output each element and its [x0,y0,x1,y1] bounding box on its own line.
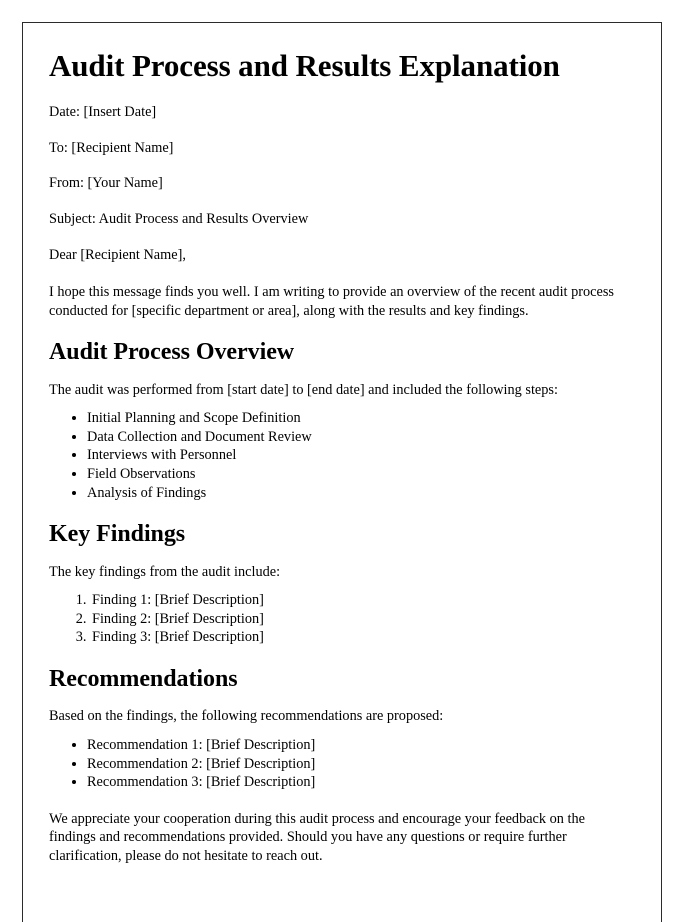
section-intro-key-findings: The key findings from the audit include: [49,563,281,580]
list-item: Recommendation 3: [Brief Description] [87,773,630,792]
page-title: Audit Process and Results Explanation [49,48,560,83]
list-item: Interviews with Personnel [87,446,630,465]
section-heading-key-findings: Key Findings [49,521,186,548]
salutation: Dear [Recipient Name], [49,247,186,264]
meta-line-to: To: [Recipient Name] [49,139,174,156]
section-heading-recommendations: Recommendations [49,665,238,692]
list-item: Analysis of Findings [87,484,630,503]
intro-paragraph: I hope this message finds you well. I am… [49,284,614,319]
meta-line-subject: Subject: Audit Process and Results Overv… [49,211,309,228]
list-item: Initial Planning and Scope Definition [87,409,630,428]
section-heading-audit-process-overview: Audit Process Overview [49,339,295,366]
document-page: Audit Process and Results Explanation Da… [22,22,662,922]
meta-line-from: From: [Your Name] [49,175,163,192]
list-item: Field Observations [87,465,630,484]
closing-paragraph: We appreciate your cooperation during th… [49,810,585,864]
list-item: Data Collection and Document Review [87,428,630,447]
list-item: Recommendation 1: [Brief Description] [87,736,630,755]
list-item: Recommendation 2: [Brief Description] [87,755,630,774]
section-intro-audit-process-overview: The audit was performed from [start date… [49,381,558,398]
document-meta-block: Date: [Insert Date] To: [Recipient Name]… [49,104,630,264]
recommendations-list: Recommendation 1: [Brief Description] Re… [49,736,630,792]
list-item: Finding 2: [Brief Description] [90,610,630,629]
list-item: Finding 1: [Brief Description] [90,591,630,610]
list-item: Finding 3: [Brief Description] [90,628,630,647]
meta-line-date: Date: [Insert Date] [49,103,157,120]
key-findings-list: Finding 1: [Brief Description] Finding 2… [49,591,630,647]
section-intro-recommendations: Based on the findings, the following rec… [49,708,444,725]
audit-steps-list: Initial Planning and Scope Definition Da… [49,409,630,502]
